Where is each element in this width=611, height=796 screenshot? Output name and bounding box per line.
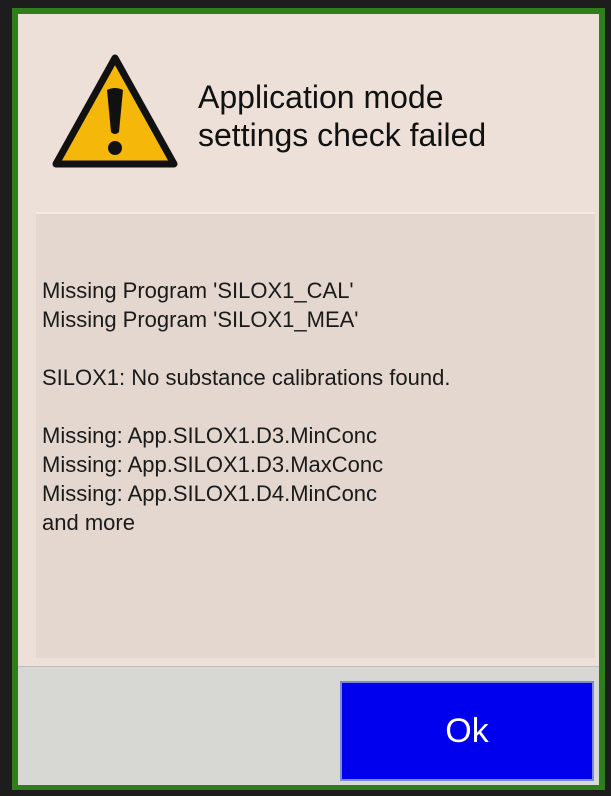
message-panel: Missing Program 'SILOX1_CAL' Missing Prog… [36,212,595,658]
error-message: Missing Program 'SILOX1_CAL' Missing Prog… [42,276,582,537]
message-spacer [42,392,582,421]
warning-icon [52,54,178,168]
message-line: Missing Program 'SILOX1_MEA' [42,307,359,332]
dialog-title: Application mode settings check failed [198,79,487,153]
message-line: and more [42,510,135,535]
message-spacer [42,334,582,363]
error-dialog: Application mode settings check failed M… [12,8,605,790]
message-line: Missing: App.SILOX1.D3.MaxConc [42,452,384,477]
message-line: Missing Program 'SILOX1_CAL' [42,278,354,303]
message-line: SILOX1: No substance calibrations found. [42,365,451,390]
message-line: Missing: App.SILOX1.D4.MinConc [42,481,378,506]
dialog-footer: Ok [18,666,599,785]
message-line: Missing: App.SILOX1.D3.MinConc [42,423,378,448]
dialog-header: Application mode settings check failed [18,14,599,214]
screen-frame: Application mode settings check failed M… [0,0,611,796]
ok-button[interactable]: Ok [340,681,594,781]
